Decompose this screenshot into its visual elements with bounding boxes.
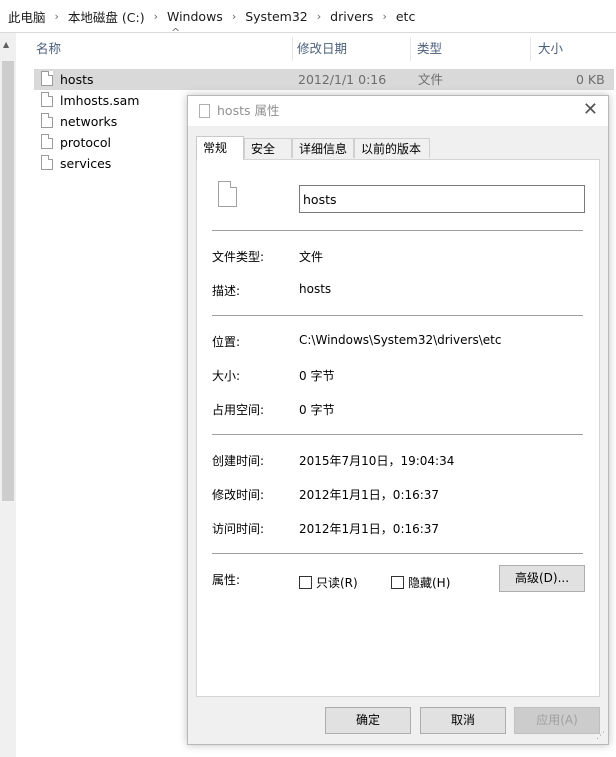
chevron-right-icon[interactable]: › xyxy=(232,10,236,23)
breadcrumb-etc[interactable]: etc xyxy=(396,9,415,24)
divider xyxy=(212,434,583,435)
vertical-scrollbar[interactable]: ▲ xyxy=(0,33,16,757)
size-value: 0 字节 xyxy=(299,369,335,383)
tab-details[interactable]: 详细信息 xyxy=(292,138,354,158)
column-divider[interactable] xyxy=(410,37,411,61)
file-row[interactable]: protocol xyxy=(34,132,111,153)
file-row[interactable]: networks xyxy=(34,111,117,132)
chevron-right-icon[interactable]: › xyxy=(154,10,158,23)
apply-button[interactable]: 应用(A) xyxy=(514,707,600,734)
tab-general[interactable]: 常规 xyxy=(196,136,244,160)
created-label: 创建时间: xyxy=(212,454,265,468)
file-icon xyxy=(41,113,53,128)
file-name: lmhosts.sam xyxy=(60,93,140,108)
column-header-date[interactable]: 修改日期 xyxy=(297,34,347,64)
hidden-checkbox[interactable]: 隐藏(H) xyxy=(391,574,450,591)
location-label: 位置: xyxy=(212,335,241,349)
disk-size-value: 0 字节 xyxy=(299,403,335,417)
tab-security[interactable]: 安全 xyxy=(244,138,292,158)
cancel-button[interactable]: 取消 xyxy=(420,707,506,734)
advanced-button[interactable]: 高级(D)... xyxy=(499,565,585,592)
readonly-label: 只读(R) xyxy=(316,576,358,590)
column-headers: ^ 名称 修改日期 类型 大小 xyxy=(16,26,616,64)
description-value: hosts xyxy=(299,282,332,296)
location-value: C:\Windows\System32\drivers\etc xyxy=(299,333,502,347)
file-type: 文件 xyxy=(418,72,444,87)
scroll-up-arrow-icon[interactable]: ▲ xyxy=(3,40,9,49)
close-icon[interactable]: ✕ xyxy=(583,100,598,120)
breadcrumb-system32[interactable]: System32 xyxy=(245,9,308,24)
description-label: 描述: xyxy=(212,284,241,298)
column-header-type[interactable]: 类型 xyxy=(417,34,442,64)
divider xyxy=(212,553,583,554)
file-row[interactable]: hosts 2012/1/1 0:16 文件 0 KB xyxy=(34,69,614,90)
file-name: hosts xyxy=(60,72,94,87)
file-icon xyxy=(41,134,53,149)
properties-dialog: hosts 属性 ✕ 常规 安全 详细信息 以前的版本 文件类型: 文件 描述:… xyxy=(187,95,609,745)
column-header-name[interactable]: 名称 xyxy=(36,34,61,64)
file-name-input[interactable] xyxy=(299,185,585,213)
attributes-label: 属性: xyxy=(212,573,241,587)
file-icon xyxy=(41,92,53,107)
modified-label: 修改时间: xyxy=(212,488,265,502)
file-icon xyxy=(218,181,237,207)
breadcrumb-local-disk[interactable]: 本地磁盘 (C:) xyxy=(68,7,145,26)
file-type-value: 文件 xyxy=(299,250,324,264)
accessed-label: 访问时间: xyxy=(212,522,265,536)
general-panel: 文件类型: 文件 描述: hosts 位置: C:\Windows\System… xyxy=(196,159,600,697)
file-date: 2012/1/1 0:16 xyxy=(298,72,387,87)
file-size: 0 KB xyxy=(576,72,605,87)
column-divider[interactable] xyxy=(292,37,293,61)
file-row[interactable]: services xyxy=(34,153,111,174)
column-header-size[interactable]: 大小 xyxy=(538,34,563,64)
file-icon xyxy=(41,71,53,86)
ok-button[interactable]: 确定 xyxy=(325,707,411,734)
chevron-right-icon[interactable]: › xyxy=(55,10,59,23)
disk-size-label: 占用空间: xyxy=(212,403,265,417)
sort-ascending-icon: ^ xyxy=(171,26,181,39)
dialog-titlebar[interactable]: hosts 属性 ✕ xyxy=(188,96,608,126)
file-name: protocol xyxy=(60,135,111,150)
scrollbar-thumb[interactable] xyxy=(2,61,14,501)
file-type-label: 文件类型: xyxy=(212,250,265,264)
chevron-right-icon[interactable]: › xyxy=(317,10,321,23)
address-bar[interactable]: 此电脑 › 本地磁盘 (C:) › Windows › System32 › d… xyxy=(0,0,616,33)
breadcrumb-this-pc[interactable]: 此电脑 xyxy=(8,7,46,26)
hidden-label: 隐藏(H) xyxy=(408,576,451,590)
divider xyxy=(212,315,583,316)
size-label: 大小: xyxy=(212,369,241,383)
file-icon xyxy=(199,104,210,118)
modified-value: 2012年1月1日，0:16:37 xyxy=(299,488,440,502)
file-row[interactable]: lmhosts.sam xyxy=(34,90,139,111)
readonly-checkbox[interactable]: 只读(R) xyxy=(299,574,358,591)
file-name: networks xyxy=(60,114,118,129)
tab-previous-versions[interactable]: 以前的版本 xyxy=(354,138,430,158)
resize-grip-icon[interactable]: ⋰ xyxy=(596,731,605,741)
file-icon xyxy=(41,155,53,170)
checkbox-box[interactable] xyxy=(391,576,404,589)
chevron-right-icon[interactable]: › xyxy=(382,10,386,23)
breadcrumb-windows[interactable]: Windows xyxy=(167,9,223,24)
breadcrumb-drivers[interactable]: drivers xyxy=(330,9,373,24)
divider xyxy=(212,230,583,231)
accessed-value: 2012年1月1日，0:16:37 xyxy=(299,522,440,536)
created-value: 2015年7月10日，19:04:34 xyxy=(299,454,455,468)
checkbox-box[interactable] xyxy=(299,576,312,589)
column-divider[interactable] xyxy=(530,37,531,61)
dialog-title: hosts 属性 xyxy=(217,103,280,118)
file-name: services xyxy=(60,156,112,171)
